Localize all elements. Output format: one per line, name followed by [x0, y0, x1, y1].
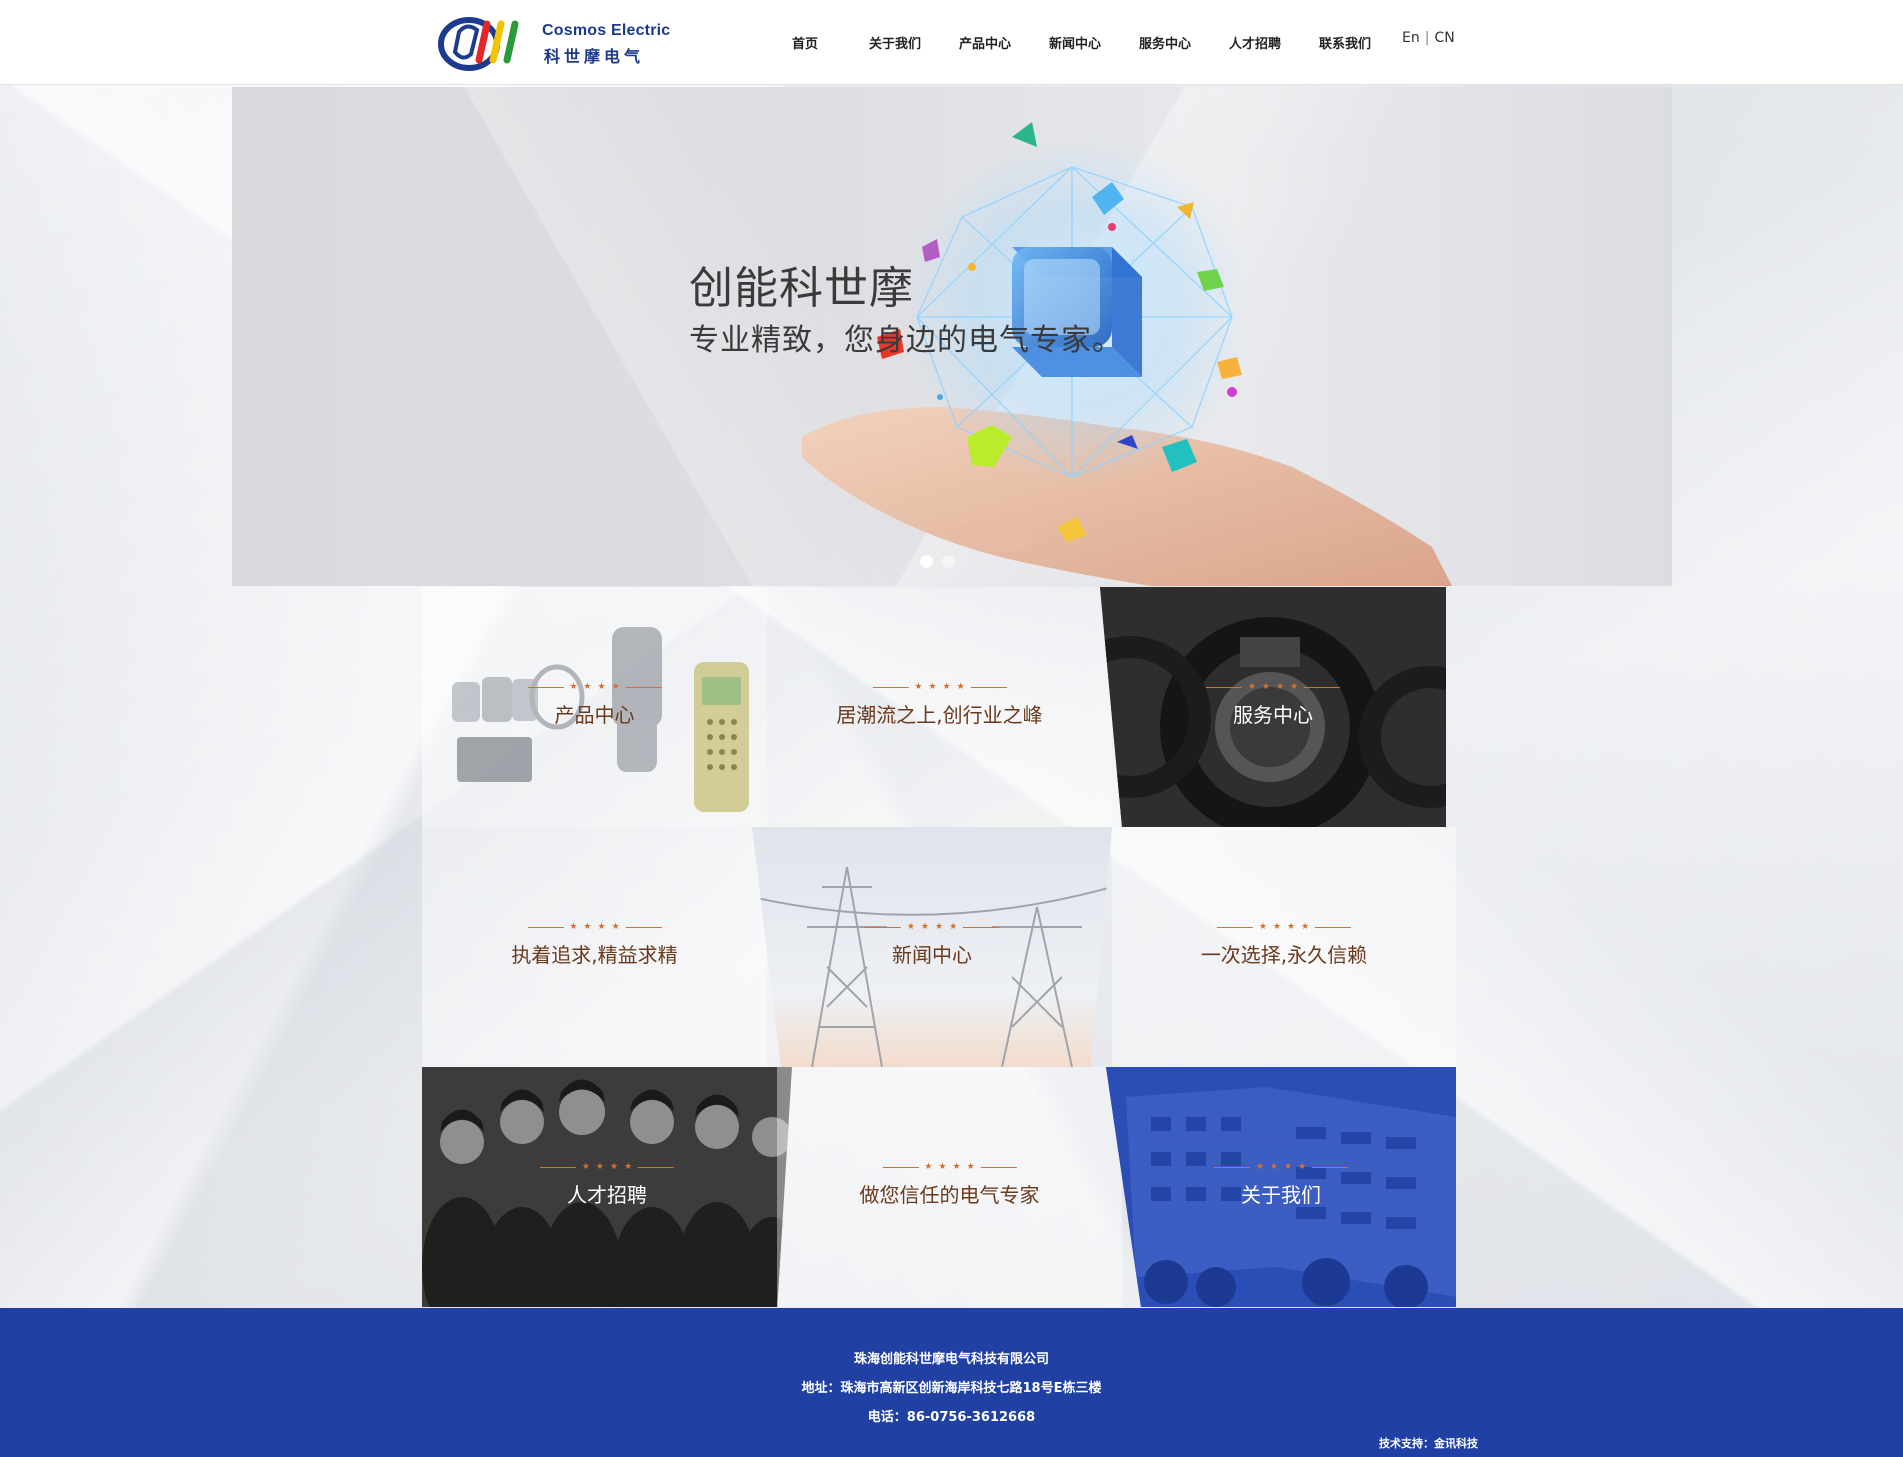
- tile-label: 居潮流之上,创行业之峰: [836, 703, 1043, 727]
- tile-about[interactable]: ★ ★ ★ ★ 关于我们: [1106, 1067, 1456, 1307]
- footer-company: 珠海创能科世摩电气科技有限公司: [853, 1352, 1049, 1367]
- tile-stars: ★ ★ ★ ★: [864, 922, 1000, 932]
- banner-title: 创能科世摩: [689, 263, 914, 314]
- tile-service[interactable]: ★ ★ ★ ★ 服务中心: [1100, 587, 1446, 827]
- tile-slogan-2: ★ ★ ★ ★ 执着追求,精益求精: [422, 827, 767, 1067]
- tile-slogan-3: ★ ★ ★ ★ 一次选择,永久信赖: [1112, 827, 1456, 1067]
- site-header: Cosmos Electric 科世摩电气 首页 关于我们 产品中心 新闻中心 …: [0, 0, 1903, 85]
- site-footer: 珠海创能科世摩电气科技有限公司 地址：珠海市高新区创新海岸科技七路18号E栋三楼…: [0, 1308, 1903, 1457]
- language-switcher: En | CN: [1402, 30, 1455, 46]
- slide-dot-1[interactable]: [920, 555, 933, 568]
- nav-careers[interactable]: 人才招聘: [1210, 33, 1300, 52]
- feature-grid: ★ ★ ★ ★ 产品中心 ★ ★ ★ ★ 居潮流之上,创行业之峰 ★ ★ ★ ★ 服务中心 ★ ★ ★…: [422, 587, 1456, 1307]
- tile-products[interactable]: ★ ★ ★ ★ 产品中心: [422, 587, 767, 827]
- tile-label: 产品中心: [554, 703, 635, 727]
- nav-news[interactable]: 新闻中心: [1030, 33, 1120, 52]
- logo-mark-icon: [438, 17, 519, 71]
- tile-careers[interactable]: ★ ★ ★ ★ 人才招聘: [422, 1067, 792, 1307]
- logo-name-en: Cosmos Electric: [542, 22, 671, 39]
- tile-label: 新闻中心: [892, 943, 972, 967]
- tile-label: 人才招聘: [567, 1183, 647, 1207]
- nav-home[interactable]: 首页: [760, 33, 850, 52]
- tile-slogan-1: ★ ★ ★ ★ 居潮流之上,创行业之峰: [767, 587, 1112, 827]
- footer-phone: 电话：86-0756-3612668: [867, 1410, 1036, 1425]
- tile-label: 一次选择,永久信赖: [1200, 943, 1368, 967]
- nav-contact[interactable]: 联系我们: [1300, 33, 1390, 52]
- tile-stars: ★ ★ ★ ★: [1205, 682, 1341, 692]
- slide-dot-2[interactable]: [942, 555, 955, 568]
- tile-label: 服务中心: [1233, 703, 1313, 727]
- tile-label: 执着追求,精益求精: [511, 943, 678, 967]
- banner-subtitle: 专业精致，您身边的电气专家。: [689, 323, 1123, 358]
- nav-about[interactable]: 关于我们: [850, 33, 940, 52]
- tile-label: 做您信任的电气专家: [859, 1183, 1040, 1207]
- lang-separator: |: [1424, 30, 1430, 46]
- tile-stars: ★ ★ ★ ★: [539, 1162, 675, 1172]
- tile-stars: ★ ★ ★ ★: [1213, 1162, 1349, 1172]
- tile-label: 关于我们: [1241, 1183, 1321, 1207]
- tile-stars: ★ ★ ★ ★: [872, 682, 1007, 692]
- tile-stars: ★ ★ ★ ★: [1216, 922, 1352, 932]
- tile-stars: ★ ★ ★ ★: [527, 922, 662, 932]
- main-nav: 首页 关于我们 产品中心 新闻中心 服务中心 人才招聘 联系我们: [760, 0, 1390, 85]
- logo[interactable]: Cosmos Electric 科世摩电气: [437, 12, 671, 72]
- lang-en-link[interactable]: En: [1402, 30, 1420, 46]
- footer-tech-support[interactable]: 技术支持：金讯科技: [1379, 1435, 1478, 1451]
- nav-products[interactable]: 产品中心: [940, 33, 1030, 52]
- tile-slogan-4: ★ ★ ★ ★ 做您信任的电气专家: [777, 1067, 1122, 1307]
- lang-cn-link[interactable]: CN: [1434, 30, 1454, 46]
- nav-service[interactable]: 服务中心: [1120, 33, 1210, 52]
- hero-banner: 创能科世摩 专业精致，您身边的电气专家。: [232, 87, 1672, 586]
- tile-news[interactable]: ★ ★ ★ ★ 新闻中心: [752, 827, 1112, 1067]
- footer-address: 地址：珠海市高新区创新海岸科技七路18号E栋三楼: [801, 1381, 1102, 1396]
- tile-stars: ★ ★ ★ ★: [882, 1162, 1017, 1172]
- logo-name-cn: 科世摩电气: [544, 47, 645, 66]
- tile-stars: ★ ★ ★ ★: [527, 682, 662, 692]
